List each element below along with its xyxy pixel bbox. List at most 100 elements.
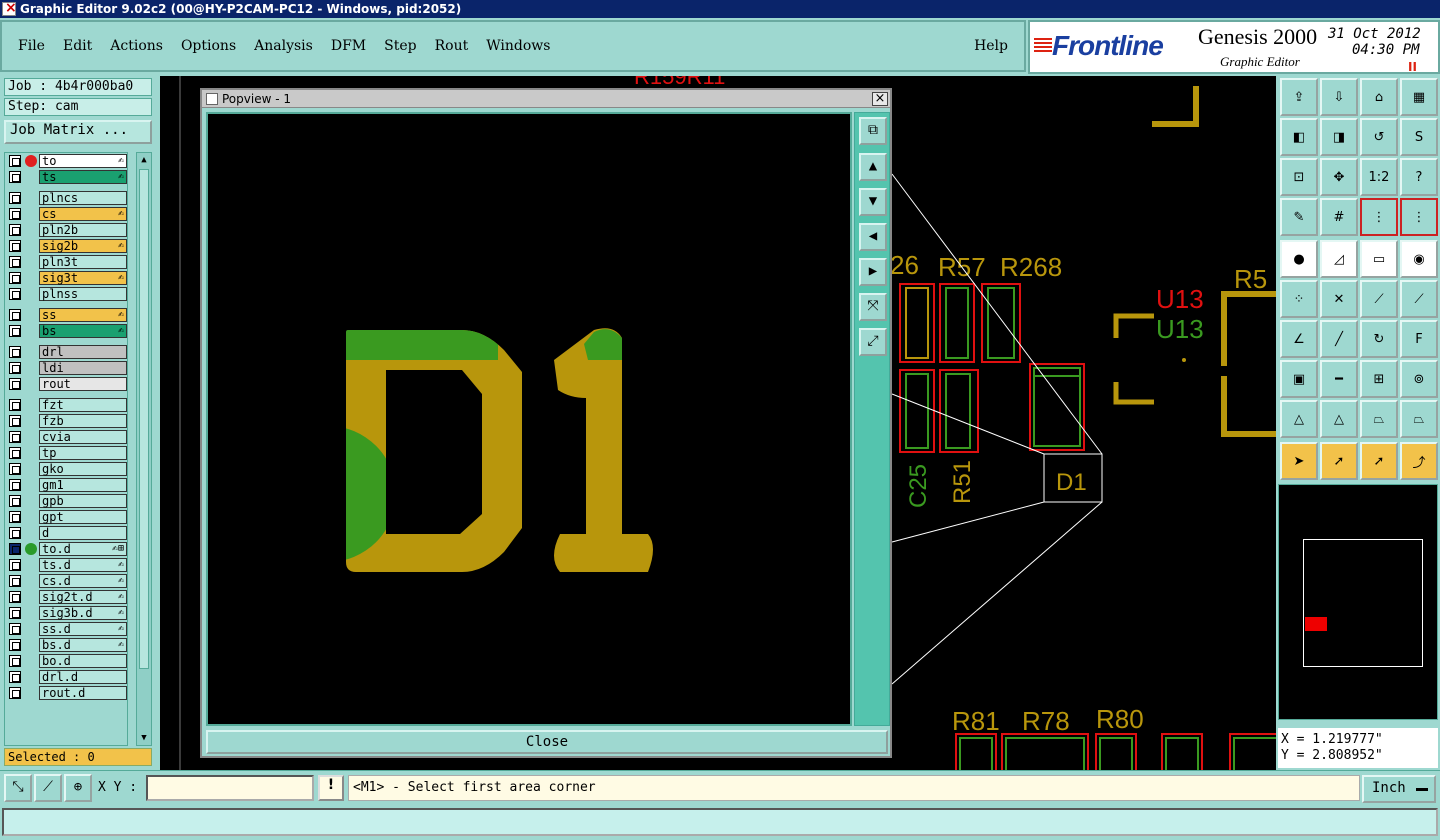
scroll-up-icon[interactable]: ▲	[138, 154, 150, 166]
layer-checkbox[interactable]	[9, 575, 21, 587]
layer-display-slot[interactable]	[25, 639, 37, 651]
menu-options[interactable]: Options	[179, 36, 238, 56]
layer-name[interactable]: cs ✍	[39, 207, 127, 221]
layer-display-slot[interactable]	[25, 325, 37, 337]
layer-row-fzb[interactable]: fzb	[5, 413, 127, 429]
grid-icon[interactable]: #	[1320, 198, 1358, 236]
popview-pan-up-icon[interactable]: ▲	[859, 153, 887, 181]
layer-checkbox[interactable]	[9, 655, 21, 667]
layer-name[interactable]: fzt	[39, 398, 127, 412]
horizontal-line-icon[interactable]: ━	[1320, 360, 1358, 398]
layer-checkbox[interactable]	[9, 208, 21, 220]
zoom-ratio-icon[interactable]: 1:2	[1360, 158, 1398, 196]
layer-display-slot[interactable]	[25, 256, 37, 268]
popview-pan-down-icon[interactable]: ▼	[859, 188, 887, 216]
layer-row-sig3b-d[interactable]: sig3b.d ✍	[5, 605, 127, 621]
graphic-canvas[interactable]: R159R11 26 R57 R268 U13 U13 R5	[160, 76, 1276, 770]
pointer-icon[interactable]: ➤	[1280, 442, 1318, 480]
pointer-select-icon[interactable]: ➚	[1320, 442, 1358, 480]
popview-zoom-fit-icon[interactable]: ⤢	[859, 328, 887, 356]
layer-row-fzt[interactable]: fzt	[5, 397, 127, 413]
layer-checkbox[interactable]	[9, 399, 21, 411]
layer-name[interactable]: ldi	[39, 361, 127, 375]
layer-name[interactable]: to ✍	[39, 154, 127, 168]
layer-name[interactable]: ts ✍	[39, 170, 127, 184]
zoom-area-icon[interactable]: ⤡	[4, 774, 32, 802]
layer-row-ts-d[interactable]: ts.d ✍	[5, 557, 127, 573]
slash-line-icon[interactable]: ╱	[1320, 320, 1358, 358]
measure-icon[interactable]: ⟋	[34, 774, 62, 802]
layer-row-ldi[interactable]: ldi	[5, 360, 127, 376]
layer-display-slot[interactable]	[25, 431, 37, 443]
layer-display-slot[interactable]	[25, 240, 37, 252]
layer-checkbox[interactable]	[9, 155, 21, 167]
pause-icon[interactable]: II	[1408, 60, 1417, 74]
layer-display-slot[interactable]	[25, 415, 37, 427]
layer-name[interactable]: bs.d ✍	[39, 638, 127, 652]
layer-display-slot[interactable]	[25, 511, 37, 523]
mirror-icon[interactable]: ↺	[1360, 118, 1398, 156]
layer-row-d[interactable]: d	[5, 525, 127, 541]
layer-name[interactable]: rout	[39, 377, 127, 391]
layer-checkbox[interactable]	[9, 378, 21, 390]
open-job-icon[interactable]: ⇪	[1280, 78, 1318, 116]
popview-zoom-window-icon[interactable]: ⧉	[859, 117, 887, 145]
scroll-down-icon[interactable]: ▼	[138, 732, 150, 744]
layer-checkbox[interactable]	[9, 687, 21, 699]
layer-name[interactable]: sig2b ✍	[39, 239, 127, 253]
layer-row-rout-d[interactable]: rout.d	[5, 685, 127, 701]
layer-name[interactable]: to.d ✍⊞	[39, 542, 127, 556]
job-matrix-button[interactable]: Job Matrix ...	[4, 120, 152, 144]
help-query-icon[interactable]: ?	[1400, 158, 1438, 196]
layer-checkbox[interactable]	[9, 224, 21, 236]
layer-display-dot-icon[interactable]	[25, 155, 37, 167]
layer-checkbox[interactable]	[9, 591, 21, 603]
unit-select[interactable]: Inch	[1362, 775, 1436, 803]
layer-checkbox[interactable]	[9, 309, 21, 321]
popview-close-button[interactable]: Close	[206, 730, 888, 754]
layer-row-bo-d[interactable]: bo.d	[5, 653, 127, 669]
popview-viewport[interactable]	[206, 112, 852, 726]
text-icon[interactable]: F	[1400, 320, 1438, 358]
palette-icon[interactable]: ✎	[1280, 198, 1318, 236]
popview-pan-left-icon[interactable]: ◀	[859, 223, 887, 251]
layer-display-slot[interactable]	[25, 623, 37, 635]
menu-help[interactable]: Help	[972, 36, 1010, 56]
triangle-icon[interactable]: △	[1280, 400, 1318, 438]
message-icon[interactable]: !	[318, 775, 344, 801]
layer-row-to[interactable]: to ✍	[5, 153, 127, 169]
layer-display-slot[interactable]	[25, 559, 37, 571]
layer-row-gm1[interactable]: gm1	[5, 477, 127, 493]
layer-row-pln3t[interactable]: pln3t	[5, 254, 127, 270]
layer-row-ts[interactable]: ts ✍	[5, 169, 127, 185]
layer-display-slot[interactable]	[25, 479, 37, 491]
layer-name[interactable]: cvia	[39, 430, 127, 444]
layer-list-scrollbar[interactable]: ▲ ▼	[136, 152, 152, 746]
layer-row-cs-d[interactable]: cs.d ✍	[5, 573, 127, 589]
layer-checkbox[interactable]	[9, 495, 21, 507]
layer-name[interactable]: sig2t.d ✍	[39, 590, 127, 604]
menu-actions[interactable]: Actions	[108, 36, 165, 56]
layer-checkbox[interactable]	[9, 639, 21, 651]
layer-checkbox[interactable]	[9, 346, 21, 358]
layer-name[interactable]: bs ✍	[39, 324, 127, 338]
layer-name[interactable]: drl.d	[39, 670, 127, 684]
layer-row-ss[interactable]: ss ✍	[5, 307, 127, 323]
layer-display-slot[interactable]	[25, 272, 37, 284]
layer-display-slot[interactable]	[25, 495, 37, 507]
layer-row-drl-d[interactable]: drl.d	[5, 669, 127, 685]
layer-display-slot[interactable]	[25, 463, 37, 475]
layer-row-drl[interactable]: drl	[5, 344, 127, 360]
layout-icon[interactable]: ▦	[1400, 78, 1438, 116]
layer-checkbox[interactable]	[9, 256, 21, 268]
layer-name[interactable]: pln2b	[39, 223, 127, 237]
layer-checkbox[interactable]	[9, 671, 21, 683]
layer-name[interactable]: gpt	[39, 510, 127, 524]
layer-name[interactable]: sig3t ✍	[39, 271, 127, 285]
popview-zoom-in-icon[interactable]: ⤧	[859, 293, 887, 321]
layer-checkbox[interactable]	[9, 171, 21, 183]
layer-checkbox[interactable]	[9, 325, 21, 337]
layer-display-slot[interactable]	[25, 192, 37, 204]
layer-checkbox[interactable]	[9, 623, 21, 635]
layer-name[interactable]: pln3t	[39, 255, 127, 269]
